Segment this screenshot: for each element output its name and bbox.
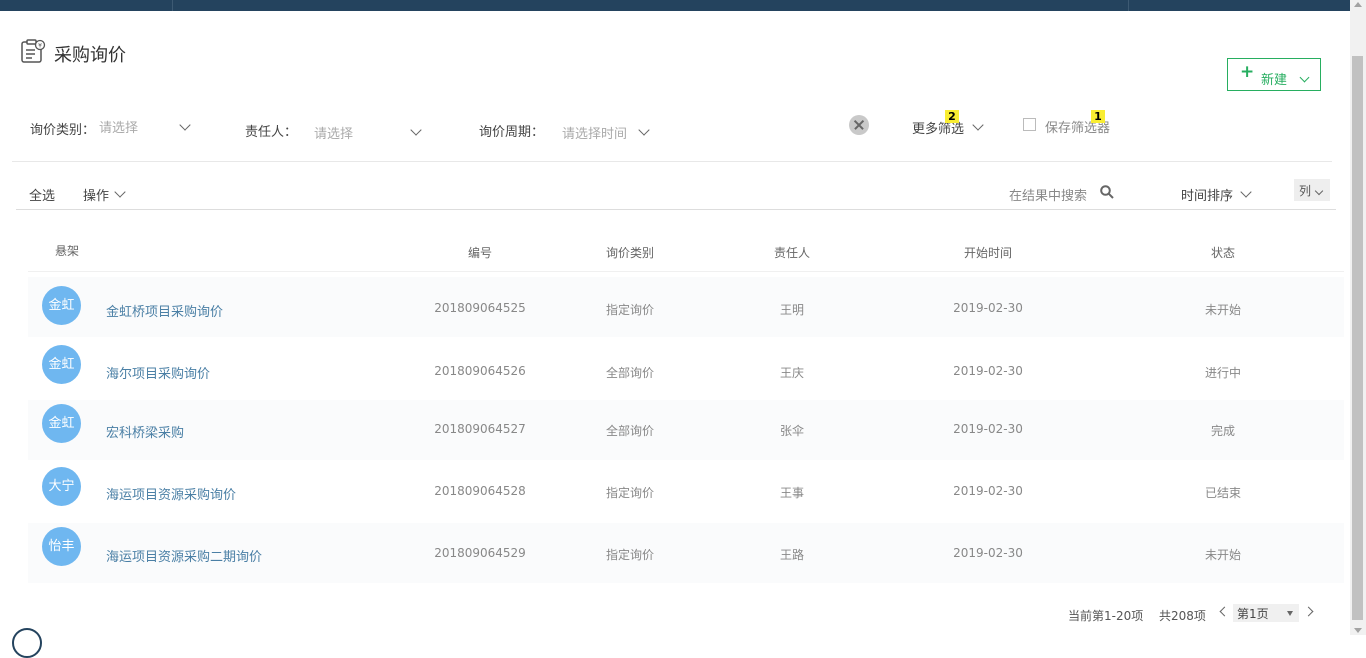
filter-divider	[12, 161, 1332, 162]
page-select-value: 第1页	[1237, 607, 1269, 621]
cell-owner: 王明	[779, 303, 804, 317]
next-page-icon[interactable]	[1303, 606, 1314, 617]
avatar: 怡丰	[42, 527, 81, 566]
columns-label: 列	[1299, 184, 1312, 198]
page-select[interactable]: 第1页	[1233, 604, 1299, 622]
clear-filters-icon[interactable]	[849, 115, 869, 135]
category-filter-label: 询价类别：	[30, 123, 96, 138]
clipboard-icon: ¥	[21, 39, 46, 63]
top-nav-separator	[172, 0, 173, 11]
cell-status: 完成	[1210, 424, 1235, 438]
top-nav-bar	[0, 0, 1350, 11]
chevron-down-icon	[179, 118, 191, 133]
column-header-listing: 悬架	[55, 244, 80, 258]
chevron-down-icon	[1314, 183, 1324, 197]
select-all-button[interactable]: 全选	[29, 185, 55, 204]
more-filter-badge: 2	[945, 110, 959, 123]
inquiry-name-link[interactable]: 海尔项目采购询价	[106, 363, 210, 382]
column-header-start-time[interactable]: 开始时间	[948, 244, 1028, 261]
avatar: 金虹	[42, 345, 81, 384]
category-filter-placeholder: 请选择	[99, 121, 139, 136]
search-icon[interactable]	[1100, 185, 1114, 199]
cell-status: 未开始	[1204, 303, 1241, 317]
cell-category: 全部询价	[605, 424, 654, 438]
time-sort-label: 时间排序	[1181, 189, 1234, 204]
pagination-total: 共208项	[1159, 609, 1206, 623]
chevron-down-icon	[1240, 185, 1252, 200]
chevron-down-icon	[638, 123, 650, 138]
cell-start-time: 2019-02-30	[953, 364, 1023, 378]
toolbar-divider	[16, 209, 1336, 210]
avatar: 金虹	[42, 404, 81, 443]
plus-icon: +	[1240, 62, 1255, 82]
save-filter-badge: 1	[1091, 110, 1105, 123]
table-row[interactable]	[28, 277, 1344, 337]
period-filter-placeholder: 请选择时间	[562, 127, 628, 142]
chevron-down-icon	[410, 123, 422, 138]
page-title: 采购询价	[54, 45, 126, 66]
column-header-category[interactable]: 询价类别	[590, 244, 670, 261]
actions-label: 操作	[83, 189, 110, 204]
avatar: 金虹	[42, 286, 81, 325]
cell-status: 未开始	[1204, 548, 1241, 562]
cell-category: 全部询价	[605, 366, 654, 380]
columns-button[interactable]: 列	[1294, 179, 1330, 201]
top-nav-separator	[1128, 0, 1129, 11]
cell-status: 已结束	[1204, 486, 1241, 500]
cell-code: 201809064528	[434, 484, 526, 498]
category-filter-select[interactable]: 请选择	[99, 117, 191, 136]
cell-category: 指定询价	[605, 548, 654, 562]
cell-category: 指定询价	[605, 303, 654, 317]
cell-owner: 王庆	[779, 366, 804, 380]
column-header-code[interactable]: 编号	[440, 244, 520, 261]
pagination-range: 当前第1-20项	[1068, 609, 1144, 623]
owner-filter-placeholder: 请选择	[314, 127, 354, 142]
cell-code: 201809064529	[434, 546, 526, 560]
save-icon[interactable]	[1023, 118, 1036, 131]
cell-start-time: 2019-02-30	[953, 422, 1023, 436]
help-icon[interactable]	[12, 628, 42, 658]
inquiry-name-link[interactable]: 宏科桥梁采购	[106, 422, 184, 441]
cell-code: 201809064527	[434, 422, 526, 436]
cell-start-time: 2019-02-30	[953, 546, 1023, 560]
table-row[interactable]	[28, 340, 1344, 400]
column-header-owner[interactable]: 责任人	[752, 244, 832, 261]
scroll-down-icon[interactable]	[1354, 628, 1362, 633]
new-button-label: 新建	[1261, 73, 1288, 88]
scrollbar-thumb[interactable]	[1352, 56, 1363, 620]
chevron-down-icon	[972, 118, 984, 133]
cell-owner: 王事	[779, 486, 804, 500]
cell-status: 进行中	[1204, 366, 1241, 380]
prev-page-icon[interactable]	[1219, 606, 1230, 617]
owner-filter-select[interactable]: 请选择	[314, 123, 422, 142]
vertical-scrollbar[interactable]	[1350, 0, 1366, 635]
cell-start-time: 2019-02-30	[953, 301, 1023, 315]
inquiry-name-link[interactable]: 海运项目资源采购二期询价	[106, 546, 262, 565]
owner-filter-label: 责任人：	[245, 125, 298, 140]
time-sort-dropdown[interactable]: 时间排序	[1181, 185, 1252, 204]
search-input[interactable]: 在结果中搜索	[1009, 185, 1087, 204]
period-filter-label: 询价周期：	[479, 125, 545, 140]
cell-owner: 张伞	[779, 424, 804, 438]
more-filter-label: 更多筛选	[912, 122, 965, 137]
period-filter-select[interactable]: 请选择时间	[562, 123, 650, 142]
column-header-status[interactable]: 状态	[1183, 244, 1263, 261]
cell-code: 201809064526	[434, 364, 526, 378]
svg-text:¥: ¥	[38, 43, 42, 50]
cell-owner: 王路	[779, 548, 804, 562]
avatar: 大宁	[42, 467, 81, 506]
new-button[interactable]: + 新建	[1227, 58, 1321, 91]
chevron-down-icon	[1299, 70, 1310, 85]
caret-down-icon	[1287, 611, 1293, 616]
header-divider	[28, 271, 1344, 272]
inquiry-name-link[interactable]: 海运项目资源采购询价	[106, 484, 236, 503]
table-row[interactable]	[28, 400, 1344, 460]
actions-dropdown[interactable]: 操作	[83, 185, 129, 204]
cell-category: 指定询价	[605, 486, 654, 500]
chevron-down-icon	[114, 185, 126, 200]
cell-code: 201809064525	[434, 301, 526, 315]
cell-start-time: 2019-02-30	[953, 484, 1023, 498]
scroll-up-icon[interactable]	[1354, 2, 1362, 7]
inquiry-name-link[interactable]: 金虹桥项目采购询价	[106, 301, 223, 320]
